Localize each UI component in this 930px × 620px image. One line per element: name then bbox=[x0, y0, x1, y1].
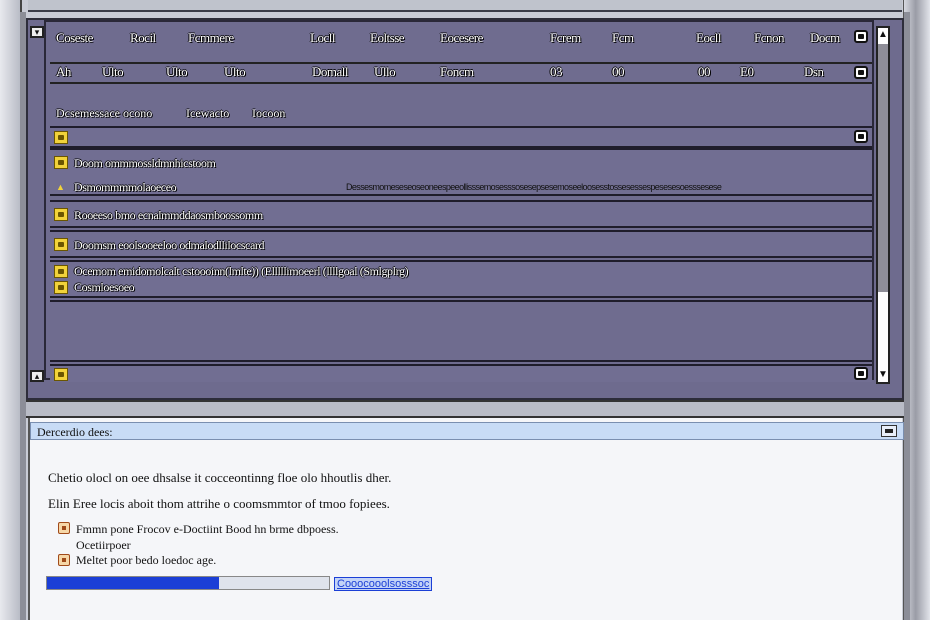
record-cell: Ulto bbox=[224, 64, 246, 79]
record-cell: 00 bbox=[698, 64, 711, 79]
bullet-note: Ocetiirpoer bbox=[76, 538, 131, 552]
column-menu-button[interactable] bbox=[854, 30, 868, 43]
group-label: Iocoon bbox=[252, 106, 286, 120]
folder-icon bbox=[54, 208, 68, 221]
record-cell: Ullo bbox=[374, 64, 396, 79]
list-item-title: Doom ommmossldmnhicstoom bbox=[74, 156, 216, 170]
list-item[interactable]: Doomsm eoolsooeeloo odmalodllilocscard bbox=[50, 230, 872, 258]
list-item[interactable]: Rooeeso bmo ecnalmmddaosmboossomm bbox=[50, 200, 872, 228]
list-item[interactable]: Doom ommmossldmnhicstoom Dsmommmmolaoece… bbox=[50, 148, 872, 196]
group-menu-button[interactable] bbox=[854, 130, 868, 143]
details-paragraph: Elin Eree locis aboit thom attrihe o coo… bbox=[48, 496, 390, 511]
list-item-title: Doomsm eoolsooeeloo odmalodllilocscard bbox=[74, 238, 265, 252]
column-header[interactable]: Rocil bbox=[130, 30, 156, 46]
column-header[interactable]: Locll bbox=[310, 30, 335, 46]
record-cell: Ulto bbox=[102, 64, 124, 79]
title-strip bbox=[28, 0, 902, 12]
folder-icon bbox=[54, 238, 68, 251]
list-item-title: Ocemom emidomolcalt cstoooinn(lmlte)) (E… bbox=[74, 264, 409, 278]
item-list-panel: ▾ ▴ Coseste Rocil Fcmmere Locll Eoltsse … bbox=[26, 18, 904, 400]
record-menu-button[interactable] bbox=[854, 66, 868, 79]
column-header[interactable]: Coseste bbox=[56, 30, 93, 46]
column-header[interactable]: Fcm bbox=[612, 30, 634, 46]
column-header[interactable]: Fcrem bbox=[550, 30, 581, 46]
column-header[interactable]: Eocesere bbox=[440, 30, 483, 46]
list-scrollbar[interactable]: ▲ ▼ bbox=[876, 26, 890, 384]
folder-icon bbox=[54, 156, 68, 169]
details-paragraph: Chetio olocl on oee dhsalse it cocceonti… bbox=[48, 470, 392, 485]
record-cell: Ah bbox=[56, 64, 71, 79]
record-cell: Domall bbox=[312, 64, 349, 79]
bullet-icon bbox=[58, 554, 70, 566]
list-item-detail: Dessesmomeseseoseoneespeeollisssemosesss… bbox=[346, 182, 722, 192]
group-label: Dcsemessace ocono bbox=[56, 106, 153, 120]
column-header[interactable]: Docm bbox=[810, 30, 840, 46]
details-header: Dercerdio dees: bbox=[30, 422, 904, 440]
folder-icon bbox=[54, 131, 68, 144]
folder-icon bbox=[54, 281, 68, 294]
empty-list-area bbox=[50, 300, 872, 362]
splitter-bar[interactable] bbox=[26, 400, 904, 418]
bullet-text: Fmmn pone Frocov e-Doctiint Bood hn brme… bbox=[76, 522, 339, 536]
progress-link[interactable]: Cooocooolsosssoc bbox=[334, 577, 433, 591]
record-cell: 00 bbox=[612, 64, 625, 79]
group-header-row[interactable] bbox=[50, 126, 872, 148]
details-pane: Dercerdio dees: Chetio olocl on oee dhsa… bbox=[28, 418, 904, 620]
column-header[interactable]: Eocll bbox=[696, 30, 721, 46]
record-cell: 03 bbox=[550, 64, 563, 79]
bullet-text: Meltet poor bedo loedoc age. bbox=[76, 553, 217, 567]
details-title: Dercerdio dees: bbox=[37, 425, 113, 439]
progress-fill bbox=[47, 577, 220, 589]
scroll-up-arrow-icon[interactable]: ▲ bbox=[878, 28, 888, 42]
footer-menu-button[interactable] bbox=[854, 367, 868, 380]
group-label-row: Dcsemessace ocono Icewacto Iocoon bbox=[46, 106, 872, 126]
column-header-row: Coseste Rocil Fcmmere Locll Eoltsse Eoce… bbox=[46, 30, 872, 52]
record-cell: Foncm bbox=[440, 64, 474, 79]
group-label: Icewacto bbox=[186, 106, 230, 120]
list-footer-row[interactable] bbox=[50, 364, 872, 382]
folder-icon bbox=[54, 265, 68, 278]
list-item-title: Rooeeso bmo ecnalmmddaosmboossomm bbox=[74, 208, 263, 222]
record-cell: E0 bbox=[740, 64, 754, 79]
collapse-arrow-icon[interactable]: ▾ bbox=[30, 26, 44, 38]
left-window-edge bbox=[0, 0, 22, 620]
record-row[interactable]: Ah Ulto Ulto Ulto Domall Ullo Foncm 03 0… bbox=[50, 62, 872, 84]
column-header[interactable]: Fcmmere bbox=[188, 30, 234, 46]
item-list: Coseste Rocil Fcmmere Locll Eoltsse Eoce… bbox=[44, 20, 874, 382]
folder-icon bbox=[54, 368, 68, 381]
scrollbar-thumb[interactable] bbox=[878, 44, 888, 292]
list-item-subtitle: Cosmloesoeo bbox=[74, 280, 135, 294]
bullet-icon bbox=[58, 522, 70, 534]
list-item-subtitle: Dsmommmmolaoeceo bbox=[74, 180, 177, 194]
expand-arrow-icon[interactable]: ▴ bbox=[30, 370, 44, 382]
minimize-pane-button[interactable] bbox=[881, 425, 897, 437]
sub-item-marker-icon: ▲ bbox=[56, 182, 65, 192]
progress-bar bbox=[46, 576, 330, 590]
scroll-down-arrow-icon[interactable]: ▼ bbox=[878, 368, 888, 382]
record-cell: Dsn bbox=[804, 64, 824, 79]
list-item[interactable]: Ocemom emidomolcalt cstoooinn(lmlte)) (E… bbox=[50, 260, 872, 298]
column-header[interactable]: Eoltsse bbox=[370, 30, 405, 46]
record-cell: Ulto bbox=[166, 64, 188, 79]
column-header[interactable]: Fcnon bbox=[754, 30, 785, 46]
